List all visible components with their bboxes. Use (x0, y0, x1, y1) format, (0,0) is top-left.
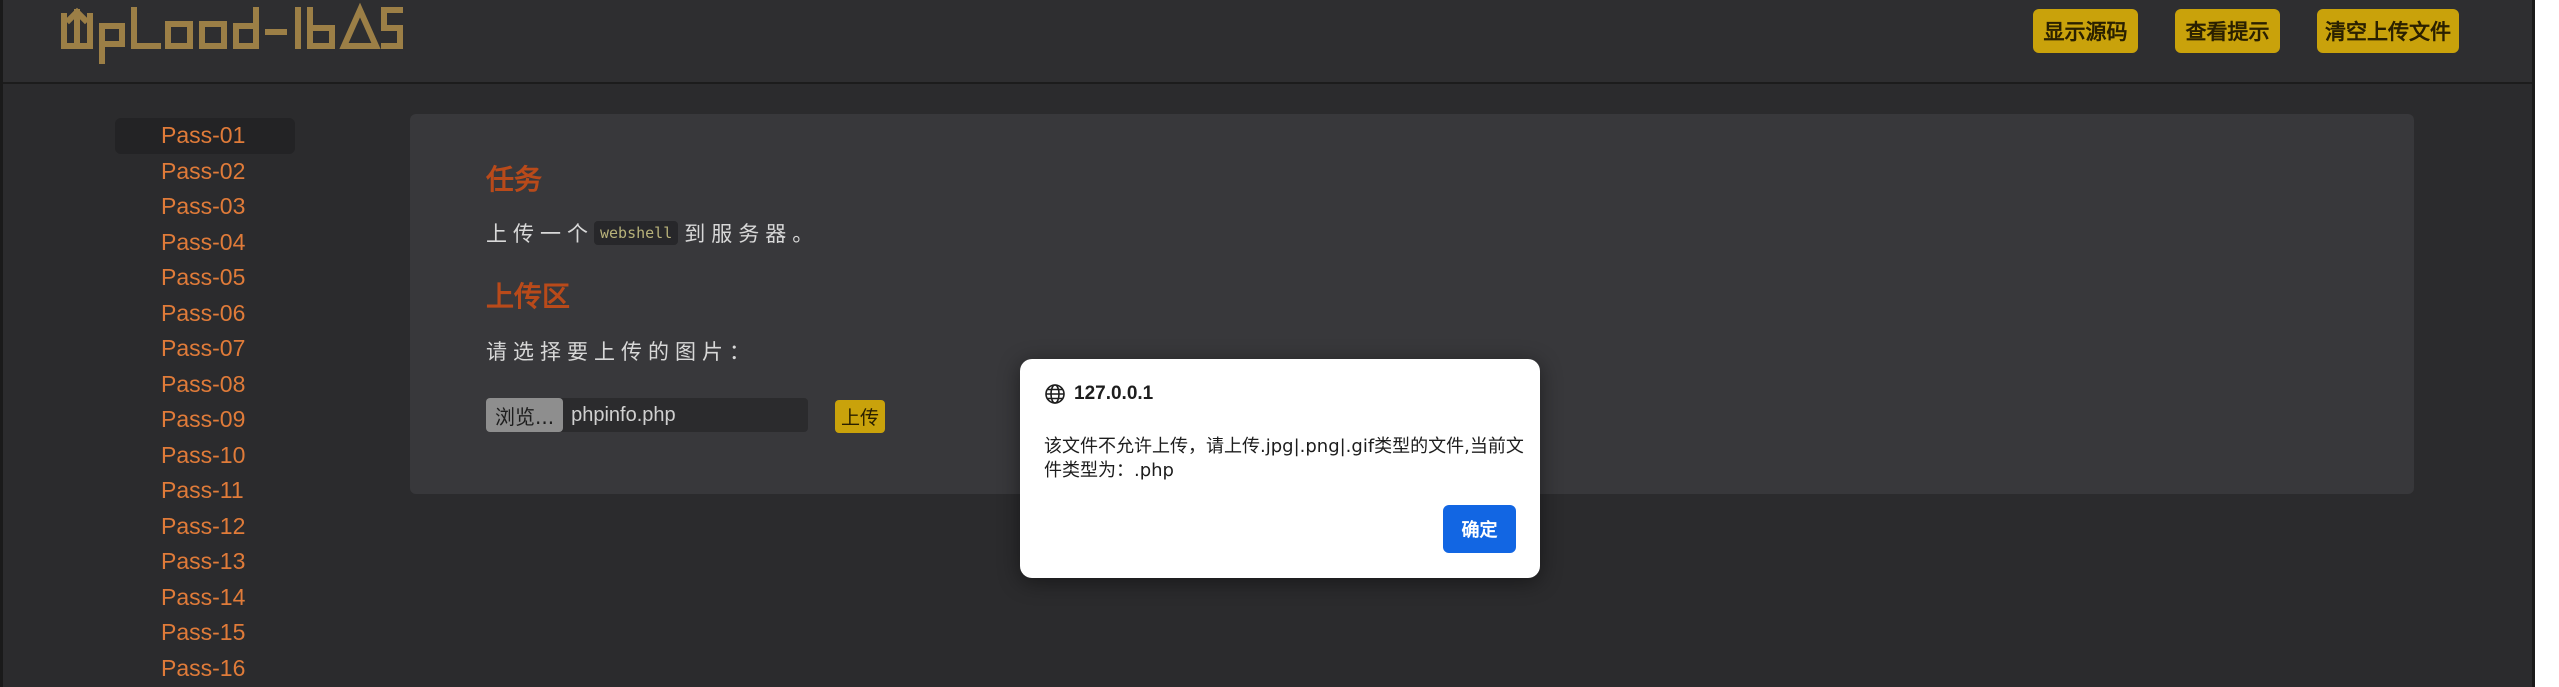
sidebar-item-pass-16[interactable]: Pass-16 (115, 651, 295, 687)
task-description: 上传一个 webshell 到服务器。 (486, 218, 819, 248)
selected-file-name: phpinfo.php (571, 403, 676, 426)
sidebar-item-pass-08[interactable]: Pass-08 (115, 367, 295, 403)
sidebar-item-pass-07[interactable]: Pass-07 (115, 331, 295, 367)
sidebar-item-pass-09[interactable]: Pass-09 (115, 402, 295, 438)
browse-button[interactable]: 浏览... (486, 398, 564, 432)
globe-icon (1045, 384, 1065, 404)
site-logo[interactable] (58, 0, 403, 66)
sidebar-item-pass-11[interactable]: Pass-11 (115, 473, 295, 509)
dialog-origin: 127.0.0.1 (1074, 383, 1154, 404)
task-suffix: 到服务器。 (684, 222, 820, 246)
page-left-edge (0, 0, 3, 687)
upload-area-heading: 上传区 (486, 280, 571, 313)
sidebar-item-pass-10[interactable]: Pass-10 (115, 438, 295, 474)
upload-logo-icon (61, 2, 403, 64)
sidebar-item-pass-13[interactable]: Pass-13 (115, 544, 295, 580)
sidebar-item-pass-12[interactable]: Pass-12 (115, 509, 295, 545)
show-source-button[interactable]: 显示源码 (2033, 9, 2138, 53)
webshell-code-tag: webshell (594, 221, 679, 245)
dialog-message: 该文件不允许上传，请上传.jpg|.png|.gif类型的文件,当前文件类型为：… (1044, 436, 1524, 481)
top-header: 显示源码 查看提示 清空上传文件 (3, 0, 2532, 84)
sidebar-item-pass-06[interactable]: Pass-06 (115, 296, 295, 332)
sidebar-item-pass-04[interactable]: Pass-04 (115, 225, 295, 261)
task-prefix: 上传一个 (486, 222, 594, 246)
file-input[interactable]: 浏览... phpinfo.php (486, 398, 808, 432)
view-hint-button[interactable]: 查看提示 (2175, 9, 2280, 53)
upload-submit-button[interactable]: 上传 (835, 400, 886, 433)
choose-image-label: 请选择要上传的图片： (486, 340, 756, 364)
pass-sidebar: Pass-01 Pass-02 Pass-03 Pass-04 Pass-05 … (115, 118, 295, 686)
sidebar-item-pass-05[interactable]: Pass-05 (115, 260, 295, 296)
sidebar-item-pass-15[interactable]: Pass-15 (115, 615, 295, 651)
ok-button[interactable]: 确定 (1443, 505, 1516, 553)
browser-scrollbar[interactable] (2532, 0, 2559, 687)
task-heading: 任务 (486, 163, 543, 196)
clear-uploads-button[interactable]: 清空上传文件 (2317, 9, 2459, 53)
alert-dialog: 127.0.0.1 该文件不允许上传，请上传.jpg|.png|.gif类型的文… (1020, 359, 1540, 578)
sidebar-item-pass-14[interactable]: Pass-14 (115, 580, 295, 616)
sidebar-item-pass-03[interactable]: Pass-03 (115, 189, 295, 225)
sidebar-item-pass-01[interactable]: Pass-01 (115, 118, 295, 154)
sidebar-item-pass-02[interactable]: Pass-02 (115, 154, 295, 190)
dialog-header: 127.0.0.1 (1044, 383, 1153, 405)
